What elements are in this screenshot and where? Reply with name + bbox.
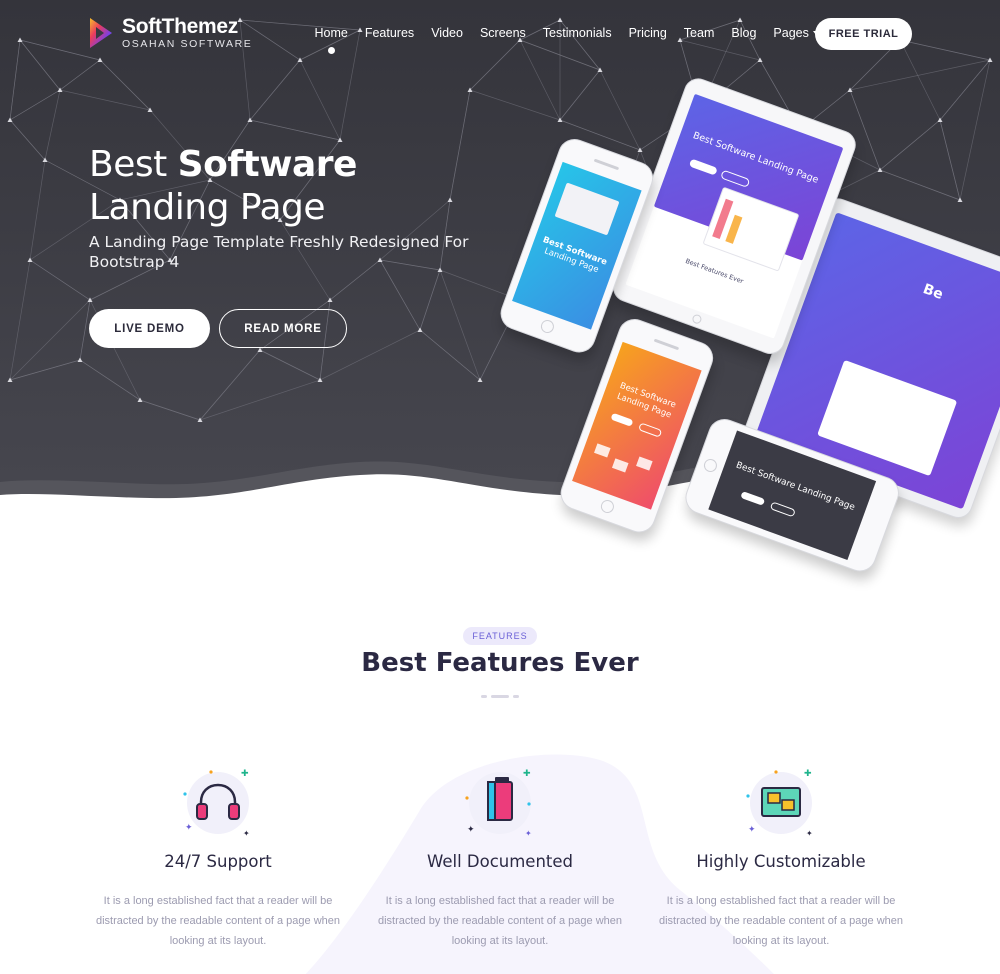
nav-screens[interactable]: Screens — [471, 26, 534, 40]
feature-description: It is a long established fact that a rea… — [95, 895, 340, 947]
network-line — [249, 119, 341, 141]
network-line — [9, 259, 31, 381]
nav-pricing[interactable]: Pricing — [620, 26, 675, 40]
nav-blog[interactable]: Blog — [723, 26, 765, 40]
nav-team[interactable]: Team — [675, 26, 723, 40]
hero-section: SoftThemez OSAHAN SOFTWARE Home Features… — [0, 0, 1000, 600]
network-line — [449, 89, 471, 201]
svg-text:✚: ✚ — [804, 769, 812, 779]
features-heading: Best Features Ever — [361, 648, 639, 678]
svg-text:✦: ✦ — [243, 829, 250, 838]
network-node — [417, 327, 423, 332]
nav-pages-label: Pages — [773, 26, 809, 40]
network-line — [59, 89, 151, 111]
network-line — [9, 299, 91, 381]
network-line — [419, 269, 441, 331]
hero-title-prefix: Best — [89, 144, 178, 185]
section-divider — [481, 695, 519, 698]
network-line — [9, 89, 61, 121]
play-logo-icon — [90, 18, 112, 48]
network-line — [259, 349, 321, 381]
feature-card-customizable: ✦ ✚ ✦ Highly Customizable It is a long e… — [651, 766, 911, 951]
feature-description: It is a long established fact that a rea… — [658, 895, 903, 947]
network-node — [137, 397, 143, 402]
network-line — [139, 399, 201, 421]
read-more-button[interactable]: READ MORE — [219, 309, 347, 348]
svg-text:✦: ✦ — [525, 829, 532, 838]
network-line — [339, 29, 361, 141]
network-node — [87, 297, 93, 302]
feature-description: It is a long established fact that a rea… — [377, 895, 622, 947]
network-line — [79, 359, 141, 401]
network-node — [7, 117, 13, 122]
svg-text:✚: ✚ — [523, 769, 531, 779]
network-line — [299, 59, 341, 141]
layout-icon: ✦ ✚ ✦ — [736, 766, 826, 840]
live-demo-button[interactable]: LIVE DEMO — [89, 309, 210, 348]
network-node — [557, 17, 563, 22]
network-line — [9, 359, 81, 381]
network-line — [19, 39, 61, 91]
network-line — [199, 349, 261, 421]
nav-testimonials[interactable]: Testimonials — [534, 26, 620, 40]
hero-title-bold: Software — [177, 144, 358, 185]
feature-card-support: ✦ ✚ ✦ 24/7 Support It is a long establis… — [88, 766, 348, 951]
svg-text:✦: ✦ — [748, 825, 756, 835]
feature-title: Highly Customizable — [696, 852, 866, 871]
network-line — [99, 59, 151, 111]
network-node — [447, 197, 453, 202]
network-node — [17, 37, 23, 42]
nav-video[interactable]: Video — [423, 26, 472, 40]
feature-title: 24/7 Support — [164, 852, 272, 871]
main-navigation: Home Features Video Screens Testimonials… — [306, 26, 827, 54]
hero-subtitle: A Landing Page Template Freshly Redesign… — [89, 233, 469, 271]
svg-text:✦: ✦ — [185, 823, 193, 833]
device-mockups-image: Be Best Software Landing Page Best Featu… — [500, 78, 1000, 580]
svg-text:✚: ✚ — [241, 769, 249, 779]
book-icon: ✦ ✚ ✦ — [455, 766, 545, 840]
network-node — [77, 357, 83, 362]
network-line — [29, 159, 46, 261]
network-node — [27, 257, 33, 262]
network-line — [44, 89, 61, 161]
headphones-icon: ✦ ✚ ✦ — [173, 766, 263, 840]
network-line — [59, 59, 101, 91]
network-node — [297, 57, 303, 62]
network-line — [9, 39, 21, 121]
hero-title: Best Software Landing Page — [89, 143, 357, 229]
network-line — [29, 259, 91, 301]
feature-card-documented: ✦ ✚ ✦ Well Documented It is a long estab… — [370, 766, 630, 951]
network-node — [257, 347, 263, 352]
brand-logo[interactable]: SoftThemez OSAHAN SOFTWARE — [88, 16, 252, 50]
free-trial-button[interactable]: FREE TRIAL — [815, 18, 912, 50]
brand-tagline: OSAHAN SOFTWARE — [122, 38, 253, 50]
network-line — [249, 59, 301, 121]
brand-name: SoftThemez — [122, 15, 239, 38]
nav-home[interactable]: Home — [306, 26, 356, 54]
network-line — [199, 379, 321, 421]
network-node — [317, 377, 323, 382]
features-badge: FEATURES — [463, 627, 537, 645]
feature-title: Well Documented — [426, 852, 574, 871]
network-line — [9, 119, 46, 161]
svg-text:✦: ✦ — [467, 825, 475, 835]
nav-features[interactable]: Features — [356, 26, 422, 40]
svg-text:✦: ✦ — [806, 829, 813, 838]
hero-title-line2: Landing Page — [89, 187, 326, 228]
network-node — [737, 17, 743, 22]
